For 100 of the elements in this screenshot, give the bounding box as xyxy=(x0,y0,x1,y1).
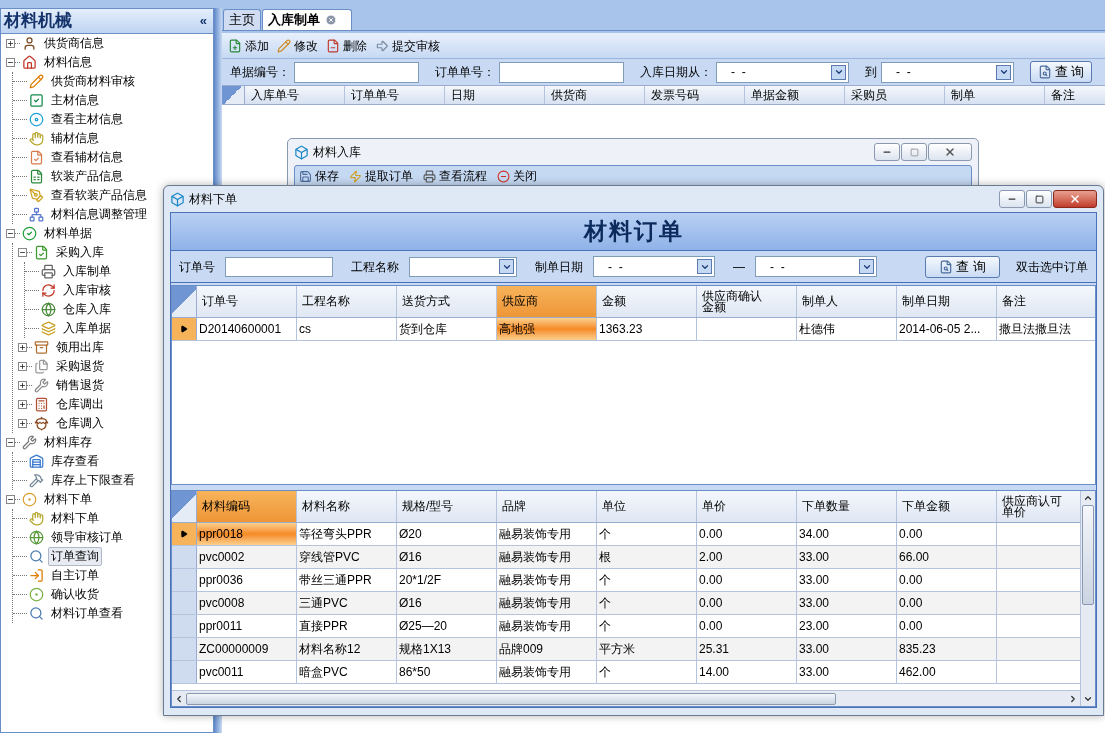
toolbar-button[interactable]: 修改 xyxy=(277,36,318,55)
column-header[interactable]: 入库单号 xyxy=(245,86,345,104)
table-cell: 34.00 xyxy=(797,523,897,545)
window-title: 材料下单 xyxy=(189,191,237,208)
tree-item[interactable]: 材料信息 xyxy=(41,53,95,72)
tree-item[interactable]: 入库审核 xyxy=(60,281,114,300)
tree-item[interactable]: 采购入库 xyxy=(53,243,107,262)
toolbar-button[interactable]: 保存 xyxy=(299,167,339,185)
column-header[interactable]: 单据金额 xyxy=(745,86,845,104)
date-field[interactable]: - - xyxy=(593,256,715,277)
search-button[interactable]: 查 询 xyxy=(925,255,1000,278)
tree-item[interactable]: 材料单据 xyxy=(41,224,95,243)
column-header[interactable]: 订单号 xyxy=(197,286,297,317)
column-header[interactable]: 备注 xyxy=(997,286,1095,317)
table-cell: 高地强 xyxy=(497,318,597,340)
search-button[interactable]: 查 询 xyxy=(1030,61,1092,83)
form-heading: 材料订单 xyxy=(583,217,684,247)
column-header[interactable]: 采购员 xyxy=(845,86,945,104)
column-header[interactable]: 发票号码 xyxy=(645,86,745,104)
field-label: 订单号 xyxy=(179,258,215,276)
column-header[interactable]: 单价 xyxy=(697,491,797,522)
table-cell: D20140600001 xyxy=(197,318,297,340)
table-cell: 23.00 xyxy=(797,615,897,637)
column-header[interactable]: 制单日期 xyxy=(897,286,997,317)
field-label: — xyxy=(733,258,745,276)
column-header[interactable]: 供应商确认金额 xyxy=(697,286,797,317)
table-cell: 14.00 xyxy=(697,661,797,683)
table-cell: 暗盒PVC xyxy=(297,661,397,683)
tree-item[interactable]: 材料下单 xyxy=(48,509,102,528)
column-header[interactable]: 材料编码 xyxy=(197,491,297,522)
table-cell: 融易装饰专用 xyxy=(497,615,597,637)
tree-item[interactable]: 主材信息 xyxy=(48,91,102,110)
tree-item[interactable]: 采购退货 xyxy=(53,357,107,376)
table-cell: 融易装饰专用 xyxy=(497,661,597,683)
column-header[interactable]: 材料名称 xyxy=(297,491,397,522)
tree-item[interactable]: 仓库调入 xyxy=(53,414,107,433)
toolbar-button[interactable]: 提交审核 xyxy=(375,36,440,55)
column-header[interactable]: 订单单号 xyxy=(345,86,445,104)
tree-item[interactable]: 查看软装产品信息 xyxy=(48,186,150,205)
column-header[interactable]: 制单 xyxy=(945,86,1045,104)
column-header[interactable]: 供应商 xyxy=(497,286,597,317)
tree-item[interactable]: 确认收货 xyxy=(48,585,102,604)
tree-item[interactable]: 领导审核订单 xyxy=(48,528,126,547)
table-cell: 个 xyxy=(597,569,697,591)
collapse-button[interactable]: « xyxy=(199,11,210,31)
column-header[interactable]: 工程名称 xyxy=(297,286,397,317)
table-cell: Ø20 xyxy=(397,523,497,545)
tree-item[interactable]: 材料库存 xyxy=(41,433,95,452)
tree-item[interactable]: 供货商材料审核 xyxy=(48,72,138,91)
tree-item[interactable]: 订单查询 xyxy=(48,547,102,566)
table-cell: pvc0008 xyxy=(197,592,297,614)
table-cell: 33.00 xyxy=(797,661,897,683)
toolbar-button[interactable]: 删除 xyxy=(326,36,367,55)
toolbar-button[interactable]: 查看流程 xyxy=(423,167,487,185)
column-header[interactable]: 日期 xyxy=(445,86,545,104)
tree-item[interactable]: 领用出库 xyxy=(53,338,107,357)
toolbar-button[interactable]: 添加 xyxy=(228,36,269,55)
table-cell: 平方米 xyxy=(597,638,697,660)
tree-item[interactable]: 查看辅材信息 xyxy=(48,148,126,167)
column-header[interactable]: 单位 xyxy=(597,491,697,522)
tree-item[interactable]: 库存上下限查看 xyxy=(48,471,138,490)
column-header[interactable]: 金额 xyxy=(597,286,697,317)
tree-item[interactable]: 辅材信息 xyxy=(48,129,102,148)
table-cell: 融易装饰专用 xyxy=(497,523,597,545)
tree-item[interactable]: 销售退货 xyxy=(53,376,107,395)
column-header[interactable]: 规格/型号 xyxy=(397,491,497,522)
tree-item[interactable]: 入库制单 xyxy=(60,262,114,281)
tree-item[interactable]: 供货商信息 xyxy=(41,34,107,53)
column-header[interactable]: 下单数量 xyxy=(797,491,897,522)
toolbar-button[interactable]: 关闭 xyxy=(497,167,537,185)
table-cell: 0.00 xyxy=(897,592,997,614)
table-cell: Ø25—20 xyxy=(397,615,497,637)
column-header[interactable]: 供货商 xyxy=(545,86,645,104)
table-cell: 三通PVC xyxy=(297,592,397,614)
tree-item[interactable]: 材料订单查看 xyxy=(48,604,126,623)
tree-item[interactable]: 入库单据 xyxy=(60,319,114,338)
tree-item[interactable]: 库存查看 xyxy=(48,452,102,471)
tree-item[interactable]: 仓库调出 xyxy=(53,395,107,414)
tree-item[interactable]: 查看主材信息 xyxy=(48,110,126,129)
date-field[interactable]: - - xyxy=(755,256,877,277)
table-cell: 个 xyxy=(597,615,697,637)
window-title: 材料入库 xyxy=(313,144,361,161)
tree-item[interactable]: 软装产品信息 xyxy=(48,167,126,186)
date-field[interactable]: - - xyxy=(881,61,1014,83)
date-field[interactable]: - - xyxy=(716,61,849,83)
table-cell: Ø16 xyxy=(397,592,497,614)
table-cell: 品牌009 xyxy=(497,638,597,660)
table-cell: Ø16 xyxy=(397,546,497,568)
column-header[interactable]: 下单金额 xyxy=(897,491,997,522)
column-header[interactable]: 制单人 xyxy=(797,286,897,317)
tab[interactable]: 入库制单 xyxy=(262,9,352,30)
table-cell: 0.00 xyxy=(897,569,997,591)
column-header[interactable]: 备注 xyxy=(1045,86,1105,104)
column-header[interactable]: 品牌 xyxy=(497,491,597,522)
tree-item[interactable]: 仓库入库 xyxy=(60,300,114,319)
tree-item[interactable]: 材料下单 xyxy=(41,490,95,509)
toolbar-button[interactable]: 提取订单 xyxy=(349,167,413,185)
tree-item[interactable]: 自主订单 xyxy=(48,566,102,585)
tree-item[interactable]: 材料信息调整管理 xyxy=(48,205,150,224)
tab[interactable]: 主页 xyxy=(223,9,261,30)
